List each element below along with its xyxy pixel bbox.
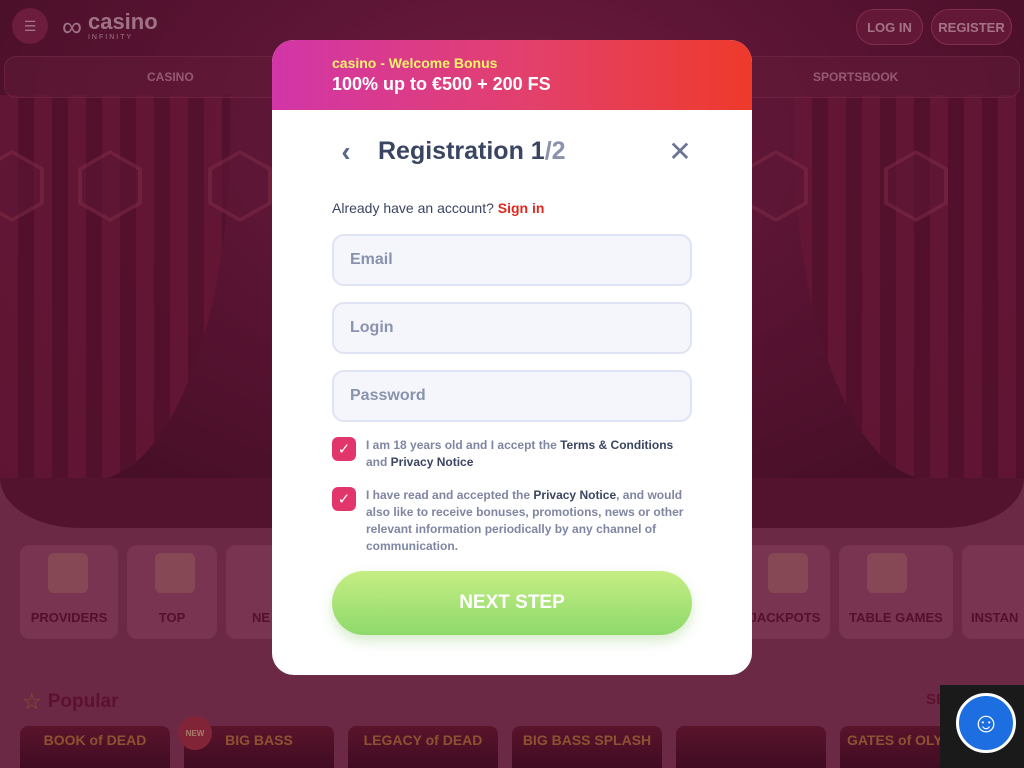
consent-2-text-a: I have read and accepted the — [366, 488, 534, 502]
modal-title: Registration 1/2 — [378, 137, 566, 166]
next-step-button[interactable]: NEXT STEP — [332, 571, 692, 635]
title-step-total: /2 — [544, 137, 566, 165]
marketing-text: I have read and accepted the Privacy Not… — [366, 487, 692, 555]
chat-icon[interactable]: ☺ — [956, 693, 1016, 753]
privacy-notice-link[interactable]: Privacy Notice — [391, 455, 474, 469]
bonus-subtitle: casino - Welcome Bonus — [332, 55, 498, 71]
marketing-checkbox[interactable]: ✓ — [332, 487, 356, 511]
account-prompt-text: Already have an account? — [332, 200, 494, 216]
back-chevron-icon[interactable]: ‹ — [332, 136, 360, 168]
registration-modal: casino - Welcome Bonus 100% up to €500 +… — [272, 40, 752, 675]
terms-link[interactable]: Terms & Conditions — [560, 438, 673, 452]
privacy-notice-link[interactable]: Privacy Notice — [533, 488, 616, 502]
login-field[interactable] — [332, 302, 692, 354]
title-step: Registration 1 — [378, 137, 545, 165]
account-prompt: Already have an account? Sign in — [332, 200, 544, 216]
marketing-consent: ✓ I have read and accepted the Privacy N… — [332, 487, 692, 555]
close-icon[interactable]: ✕ — [667, 138, 693, 166]
email-field[interactable] — [332, 234, 692, 286]
consent-1-text-b: and — [366, 455, 391, 469]
password-field[interactable] — [332, 370, 692, 422]
bonus-offer: 100% up to €500 + 200 FS — [332, 74, 551, 94]
welcome-bonus-banner: casino - Welcome Bonus 100% up to €500 +… — [272, 40, 752, 110]
age-terms-text: I am 18 years old and I accept the Terms… — [366, 437, 692, 471]
sign-in-link[interactable]: Sign in — [498, 200, 545, 216]
consent-1-text-a: I am 18 years old and I accept the — [366, 438, 561, 452]
age-terms-checkbox[interactable]: ✓ — [332, 437, 356, 461]
age-terms-consent: ✓ I am 18 years old and I accept the Ter… — [332, 437, 692, 471]
chat-widget: ☺ — [940, 685, 1024, 768]
